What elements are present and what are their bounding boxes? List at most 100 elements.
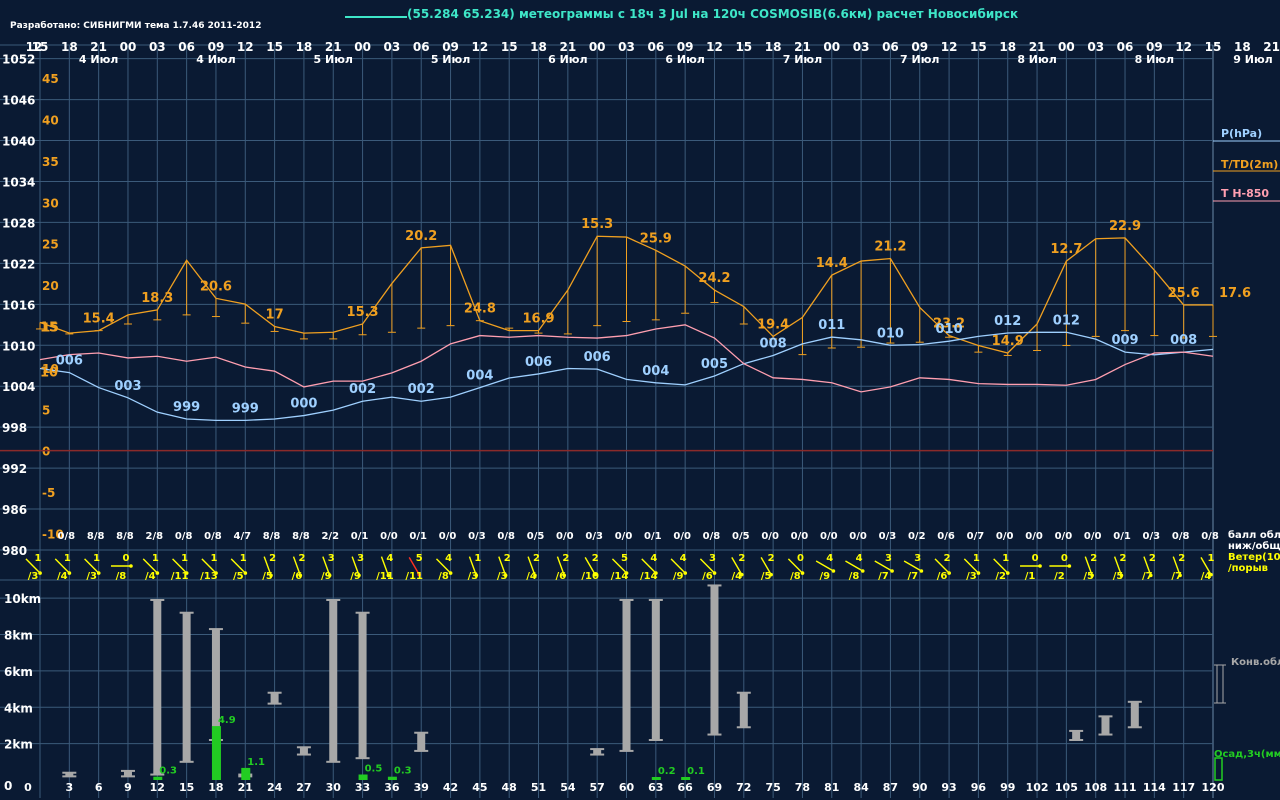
- legend-wind-label: Ветер(10м: [1228, 552, 1280, 563]
- wind-speed-label: 1: [1002, 553, 1009, 564]
- wind-arrow-head: [860, 569, 865, 573]
- wind-gust-label: /4: [731, 571, 742, 582]
- legend-cloud-cover-sub-label: ниж/общ: [1228, 540, 1280, 552]
- wind-arrow-head: [67, 571, 72, 575]
- legend-convective-label: Конв.обл.: [1231, 656, 1280, 668]
- lead-hour-label: 96: [971, 781, 987, 794]
- legend-temperature-label: T/TD(2m): [1221, 158, 1278, 171]
- wind-speed-label: 5: [621, 553, 628, 564]
- temperature-value-label: 22.9: [1109, 219, 1141, 234]
- hour-label: 00: [354, 40, 371, 54]
- temp-tick-label: 30: [42, 196, 59, 210]
- legend-cloud-cover-label: балл обл.: [1228, 529, 1280, 541]
- wind-speed-label: 3: [328, 553, 335, 564]
- hour-label: 00: [120, 40, 137, 54]
- lead-hour-label: 78: [795, 781, 810, 794]
- temp-tick-label: 20: [42, 279, 59, 293]
- day-label: 4 Июл: [79, 53, 118, 66]
- hour-label: 09: [208, 40, 225, 54]
- wind-gust-label: /4: [57, 571, 68, 582]
- wind-speed-label: 2: [1178, 553, 1185, 564]
- wind-gust-label: /9: [819, 571, 830, 582]
- hour-label: 18: [999, 40, 1016, 54]
- hour-label: 18: [530, 40, 547, 54]
- wind-arrow-head: [1067, 564, 1072, 568]
- cloud-cover-label: 0/1: [351, 531, 369, 542]
- pressure-tick-label: 986: [2, 503, 27, 517]
- hour-label: 12: [472, 40, 489, 54]
- cloud-cover-label: 0/0: [673, 531, 691, 542]
- lead-hour-label: 57: [590, 781, 605, 794]
- cloud-cover-label: 0/3: [1143, 531, 1161, 542]
- precip-value-label: 0.1: [687, 766, 705, 777]
- pressure-value-label: 008: [1170, 333, 1197, 348]
- wind-speed-label: 4: [650, 553, 657, 564]
- cloud-cover-label: 0/6: [937, 531, 955, 542]
- hour-label: 21: [1263, 40, 1280, 54]
- hour-label: 03: [1087, 40, 1104, 54]
- cloud-cover-label: 0/3: [879, 531, 897, 542]
- temperature-value-label: 14.4: [816, 256, 848, 271]
- lead-hour-label: 15: [179, 781, 194, 794]
- wind-gust-label: /8: [438, 571, 449, 582]
- precip-bar: [211, 726, 221, 780]
- precip-bar: [153, 776, 163, 780]
- wind-speed-label: 2: [1090, 553, 1097, 564]
- day-label: 4 Июл: [196, 53, 235, 66]
- wind-gust-label: /11: [171, 571, 189, 582]
- precip-value-label: 0.2: [658, 766, 676, 777]
- cloud-cover-label: 0/8: [1172, 531, 1190, 542]
- wind-arrow-head: [947, 571, 951, 575]
- lead-hour-label: 114: [1143, 781, 1166, 794]
- pressure-value-label: 999: [173, 400, 200, 415]
- temperature-value-label: 21.2: [874, 240, 906, 255]
- wind-gust-label: /9: [321, 571, 332, 582]
- temperature-value-label: 24.2: [698, 271, 730, 286]
- pressure-value-label: 009: [1111, 333, 1138, 348]
- wind-speed-label: 1: [35, 553, 42, 564]
- wind-speed-label: 2: [1149, 553, 1156, 564]
- wind-arrow-head: [800, 571, 805, 575]
- hour-label: 09: [1146, 40, 1163, 54]
- temperature-value-label: 18.3: [141, 291, 173, 306]
- wind-arrow-head: [448, 571, 453, 575]
- wind-speed-label: 3: [885, 553, 892, 564]
- convective-cloud-bar: [1130, 701, 1139, 728]
- wind-speed-label: 0: [1061, 553, 1068, 564]
- legend-precip-label: Осад,3ч(мм): [1214, 749, 1280, 760]
- temperature-value-label: 25.9: [640, 231, 672, 246]
- wind-speed-label: 3: [357, 553, 364, 564]
- pressure-value-label: 011: [818, 318, 845, 333]
- wind-gust-label: /3: [86, 571, 97, 582]
- cloud-cover-label: 0/1: [644, 531, 662, 542]
- wind-gust-label: /7: [907, 571, 918, 582]
- hour-label: 15: [266, 40, 283, 54]
- temp-tick-label: 35: [42, 155, 59, 169]
- lead-hour-label: 63: [648, 781, 663, 794]
- lead-hour-label: 90: [912, 781, 928, 794]
- pressure-value-label: 006: [525, 355, 552, 370]
- cloud-cover-label: 0/0: [615, 531, 633, 542]
- pressure-edge-label: 10: [40, 366, 58, 381]
- wind-gust-label: /7: [1171, 571, 1182, 582]
- wind-gust-label: /4: [145, 571, 156, 582]
- km-tick-label: 0: [4, 779, 12, 793]
- day-label: 5 Июл: [314, 53, 353, 66]
- wind-speed-label: 2: [944, 553, 951, 564]
- cloud-cover-label: 0/0: [791, 531, 809, 542]
- cloud-cover-label: 0/0: [439, 531, 457, 542]
- pressure-value-label: 999: [232, 401, 259, 416]
- cloud-cover-label: 8/8: [87, 531, 105, 542]
- meteogram-chart: 1052104610401034102810221016101010049989…: [0, 40, 1280, 798]
- pressure-tick-label: 980: [2, 544, 27, 558]
- wind-speed-label: 0: [797, 553, 804, 564]
- wind-gust-label: /5: [233, 571, 244, 582]
- hour-label: 00: [589, 40, 606, 54]
- wind-gust-label: /9: [673, 571, 684, 582]
- wind-gust-label: /3: [28, 571, 39, 582]
- pressure-value-label: 012: [994, 314, 1021, 329]
- temp-tick-label: 40: [42, 114, 59, 128]
- legend-t850-label: T H-850: [1221, 187, 1269, 200]
- day-label: 6 Июл: [665, 53, 704, 66]
- wind-gust-label: /6: [937, 571, 948, 582]
